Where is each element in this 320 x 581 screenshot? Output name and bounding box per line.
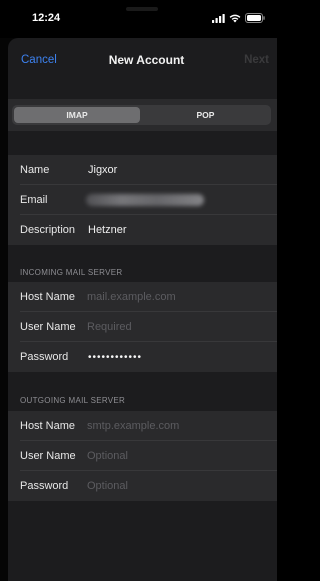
description-label: Description [20,224,76,236]
outgoing-password-input[interactable] [87,477,267,495]
email-row[interactable]: Email [8,185,283,215]
incoming-user-row[interactable]: User Name [8,312,283,342]
name-label: Name [20,164,50,176]
outgoing-section-header: OUTGOING MAIL SERVER [20,396,126,405]
next-button[interactable]: Next [244,54,269,66]
outgoing-server-group: Host Name User Name Password [8,411,283,501]
email-field-redacted[interactable] [86,194,204,206]
incoming-password-row[interactable]: Password •••••••••••• [8,342,283,372]
account-type-band: IMAP POP [8,99,283,131]
incoming-host-label: Host Name [20,291,76,303]
incoming-password-field[interactable]: •••••••••••• [88,352,142,363]
page-title: New Account [108,53,185,67]
incoming-host-input[interactable] [87,288,267,306]
email-label: Email [20,194,48,206]
incoming-server-group: Host Name User Name Password •••••••••••… [8,282,283,372]
description-row[interactable]: Description Hetzner [8,215,283,245]
account-info-group: Name Jigxor Email Description Hetzner [8,155,283,245]
name-row[interactable]: Name Jigxor [8,155,283,185]
signal-icon [212,13,225,23]
screen-edge [277,0,283,581]
outgoing-user-input[interactable] [87,447,267,465]
outgoing-host-input[interactable] [87,417,267,435]
incoming-section-header: INCOMING MAIL SERVER [20,268,123,277]
nav-bar: Cancel New Account Next [8,38,283,84]
outgoing-host-row[interactable]: Host Name [8,411,283,441]
incoming-host-row[interactable]: Host Name [8,282,283,312]
incoming-user-label: User Name [20,321,76,333]
phone-screen: 12:24 Cancel New Account Next IMAP POP N… [0,0,283,581]
outgoing-password-row[interactable]: Password [8,471,283,501]
outgoing-host-label: Host Name [20,420,76,432]
incoming-user-input[interactable] [87,318,267,336]
incoming-password-label: Password [20,351,69,363]
outgoing-password-label: Password [20,480,69,492]
outgoing-user-row[interactable]: User Name [8,441,283,471]
description-field[interactable]: Hetzner [88,224,127,236]
bottom-safe-area [8,543,283,581]
segment-imap[interactable]: IMAP [14,107,140,123]
segment-pop[interactable]: POP [142,107,269,123]
name-field[interactable]: Jigxor [88,164,117,176]
account-type-segmented-control: IMAP POP [12,105,271,125]
status-icons [212,13,265,23]
battery-icon [245,13,265,23]
outgoing-user-label: User Name [20,450,76,462]
camera-pill [126,7,158,11]
wifi-icon [229,14,241,23]
new-account-sheet: Cancel New Account Next IMAP POP Name Ji… [8,38,283,581]
status-bar: 12:24 [0,0,283,38]
status-time: 12:24 [32,12,61,24]
